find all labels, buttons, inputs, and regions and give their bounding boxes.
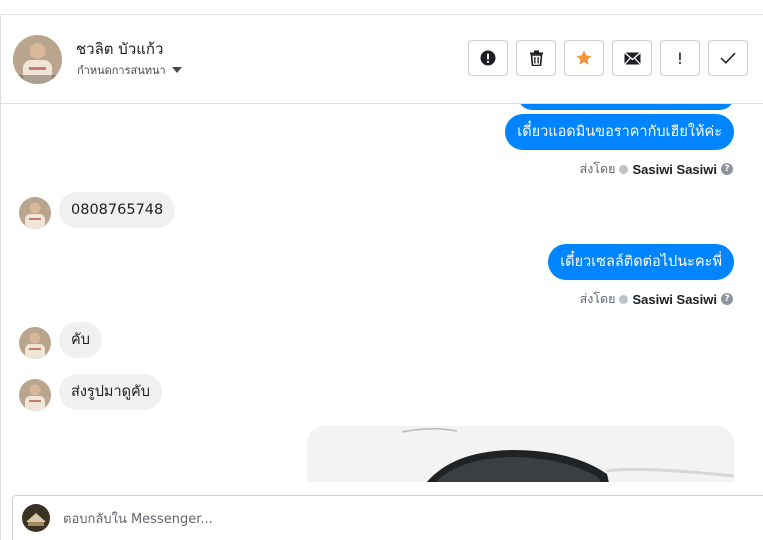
header-actions: ! (468, 40, 748, 76)
reply-input[interactable] (63, 506, 743, 532)
contact-avatar[interactable] (13, 35, 62, 84)
mark-done-button[interactable] (708, 40, 748, 76)
envelope-icon (623, 51, 641, 65)
star-icon (576, 50, 592, 65)
chevron-down-icon (171, 67, 182, 73)
contact-avatar-small[interactable] (19, 197, 51, 229)
star-button[interactable] (564, 40, 604, 76)
help-icon[interactable]: ? (721, 293, 733, 305)
delete-button[interactable] (516, 40, 556, 76)
contact-avatar-small[interactable] (19, 379, 51, 411)
message-bubble-incoming[interactable]: คับ (59, 322, 102, 358)
message-bubble-outgoing[interactable]: เดี๋ยวแอดมินขอราคากับเฮียให้ค่ะ (505, 114, 734, 150)
message-bubble-incoming[interactable]: ส่งรูปมาดูคับ (59, 374, 162, 410)
follow-up-label: ! (676, 48, 684, 68)
sender-name[interactable]: Sasiwi Sasiwi (632, 162, 717, 177)
sent-by-label: ส่งโดย (579, 161, 616, 176)
contact-name[interactable]: ชวลิต บัวแก้ว (76, 37, 163, 61)
follow-up-button[interactable]: ! (660, 40, 700, 76)
previous-outgoing-bubble (518, 104, 734, 110)
conversation-header: ชวลิต บัวแก้ว กำหนดการสนทนา ! (1, 16, 763, 104)
check-icon (720, 52, 736, 64)
exclamation-circle-icon (480, 50, 496, 66)
sent-by-line: ส่งโดย Sasiwi Sasiwi ? (580, 159, 733, 179)
sender-name[interactable]: Sasiwi Sasiwi (632, 292, 717, 307)
reply-composer (12, 495, 763, 540)
conversation-settings-dropdown[interactable]: กำหนดการสนทนา (77, 61, 182, 79)
sent-by-label: ส่งโดย (579, 291, 616, 306)
contact-avatar-small[interactable] (19, 327, 51, 359)
page-dot-icon (619, 294, 629, 304)
page-avatar (22, 504, 50, 532)
sent-by-line: ส่งโดย Sasiwi Sasiwi ? (580, 289, 733, 309)
spam-button[interactable] (468, 40, 508, 76)
message-thread[interactable]: เดี๋ยวแอดมินขอราคากับเฮียให้ค่ะ ส่งโดย S… (1, 104, 763, 482)
trash-icon (529, 50, 543, 66)
message-bubble-outgoing[interactable]: เดี๋ยวเซลล์ติดต่อไปนะคะพี่ (548, 244, 734, 280)
mark-unread-button[interactable] (612, 40, 652, 76)
message-bubble-incoming[interactable]: 0808765748 (59, 192, 176, 228)
photo-attachment[interactable] (307, 426, 734, 482)
help-icon[interactable]: ? (721, 163, 733, 175)
top-edge (0, 0, 763, 15)
page-dot-icon (619, 164, 629, 174)
conversation-settings-label: กำหนดการสนทนา (77, 64, 166, 77)
